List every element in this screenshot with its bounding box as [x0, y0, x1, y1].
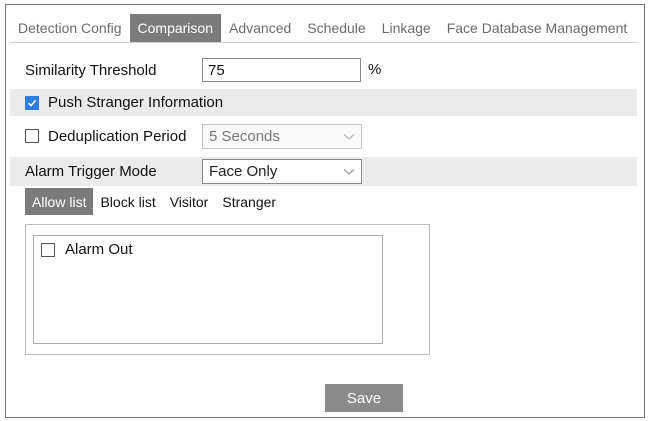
chevron-down-icon — [343, 168, 355, 175]
dedup-label: Deduplication Period — [48, 127, 187, 145]
list-tab-bar: Allow list Block list Visitor Stranger — [25, 188, 283, 215]
tab-face-database-management[interactable]: Face Database Management — [439, 14, 636, 42]
alarm-out-checkbox[interactable] — [41, 242, 55, 257]
tab-advanced[interactable]: Advanced — [221, 14, 299, 42]
checkmark-icon — [27, 99, 37, 107]
alarm-trigger-value: Face Only — [209, 163, 278, 180]
subtab-block-list[interactable]: Block list — [93, 188, 162, 215]
subtab-visitor[interactable]: Visitor — [163, 188, 216, 215]
tab-detection-config[interactable]: Detection Config — [10, 14, 130, 42]
subtab-allow-list[interactable]: Allow list — [25, 188, 94, 215]
alarm-out-label: Alarm Out — [65, 241, 133, 258]
alarm-trigger-label: Alarm Trigger Mode — [25, 163, 157, 180]
alarm-out-item: Alarm Out — [41, 241, 133, 258]
dedup-checkbox[interactable] — [25, 129, 39, 143]
dedup-period-value: 5 Seconds — [209, 128, 280, 145]
push-stranger-label: Push Stranger Information — [48, 94, 224, 111]
push-stranger-checkbox[interactable] — [25, 95, 39, 110]
tab-divider — [10, 42, 637, 43]
tab-comparison[interactable]: Comparison — [129, 14, 221, 42]
tab-linkage[interactable]: Linkage — [374, 14, 439, 42]
similarity-threshold-input[interactable] — [202, 58, 361, 82]
chevron-down-icon — [343, 133, 355, 140]
subtab-stranger[interactable]: Stranger — [215, 188, 283, 215]
tab-schedule[interactable]: Schedule — [299, 14, 373, 42]
dedup-period-select[interactable]: 5 Seconds — [202, 124, 362, 149]
tab-bar: Detection Config Comparison Advanced Sch… — [10, 14, 635, 42]
push-stranger-row: Push Stranger Information — [10, 89, 637, 116]
alarm-trigger-select[interactable]: Face Only — [202, 159, 362, 184]
save-button[interactable]: Save — [325, 384, 403, 412]
similarity-threshold-label: Similarity Threshold — [25, 62, 157, 79]
similarity-unit: % — [368, 61, 382, 78]
